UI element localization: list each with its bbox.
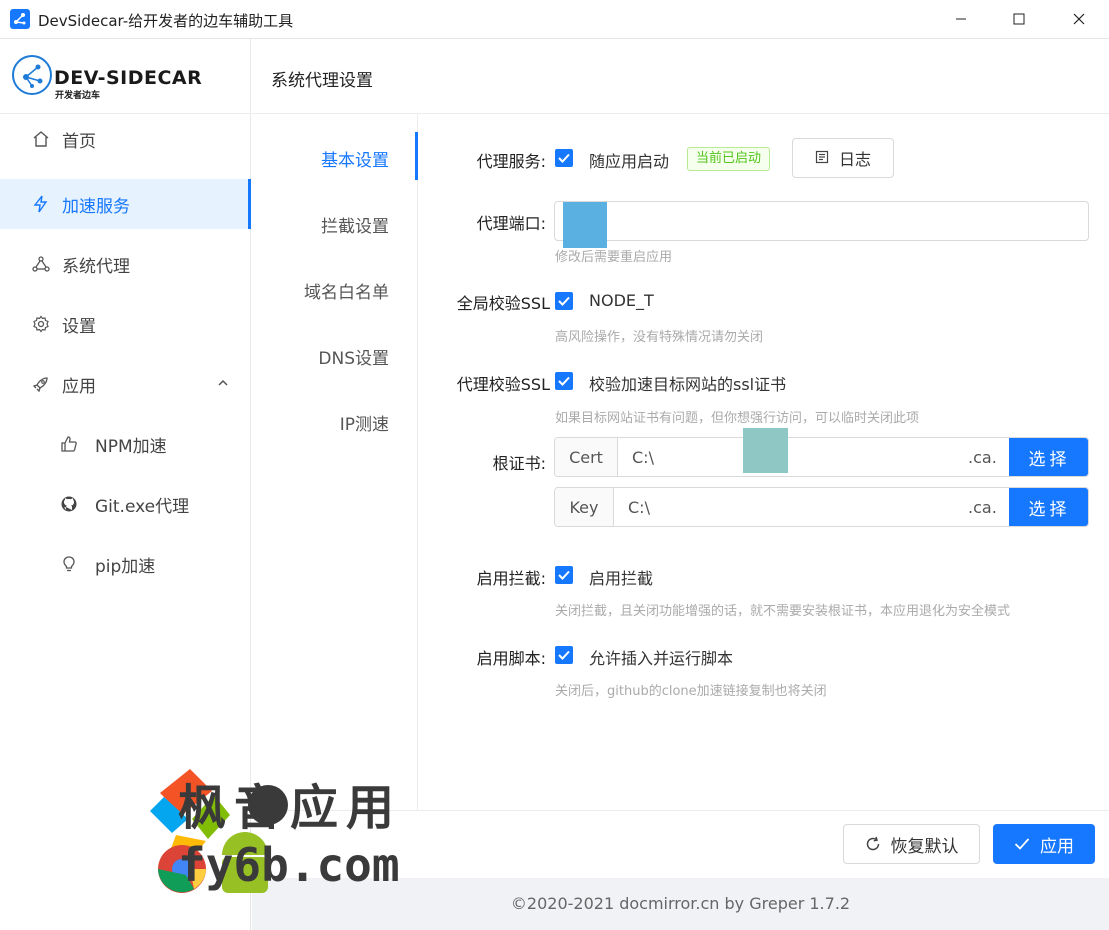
global-ssl-hint: 高风险操作，没有特殊情况请勿关闭	[555, 330, 764, 345]
network-icon	[30, 253, 52, 275]
enable-intercept-checkbox-label: 启用拦截	[589, 569, 654, 588]
cert-addon: Cert	[555, 438, 618, 476]
check-icon	[558, 570, 570, 580]
proxy-port-label: 代理端口:	[476, 214, 546, 233]
logo-name: DEV-SIDECAR	[54, 67, 203, 89]
tab-dns-settings[interactable]: DNS设置	[318, 344, 389, 369]
proxy-port-hint: 修改后需要重启应用	[555, 250, 673, 265]
proxy-port-input[interactable]	[554, 201, 1089, 241]
logo-area: DEV-SIDECAR 开发者边车	[0, 39, 251, 114]
check-icon	[558, 650, 570, 660]
enable-intercept-checkbox[interactable]	[555, 566, 573, 584]
key-select-button[interactable]: 选择	[1009, 488, 1088, 526]
bulb-icon	[58, 553, 80, 575]
log-icon	[815, 149, 829, 168]
minimize-icon	[956, 18, 966, 20]
sidebar-item-label: NPM加速	[95, 436, 167, 457]
key-addon: Key	[555, 488, 614, 526]
sidebar-item-acceleration[interactable]: 加速服务	[0, 179, 251, 229]
close-button[interactable]	[1050, 0, 1108, 38]
proxy-service-checkbox-label: 随应用启动	[589, 152, 670, 171]
cert-path-group: Cert C:\ .ca. 选择	[554, 437, 1089, 477]
gear-icon	[30, 313, 52, 335]
logo-subtitle: 开发者边车	[55, 91, 101, 101]
maximize-icon	[1013, 13, 1025, 25]
key-path-input[interactable]: C:\	[628, 498, 650, 517]
cert-select-button[interactable]: 选择	[1009, 438, 1088, 476]
minimize-button[interactable]	[932, 0, 990, 38]
tab-basic-settings[interactable]: 基本设置	[321, 146, 389, 171]
enable-script-label: 启用脚本:	[476, 649, 546, 668]
check-icon	[1014, 837, 1030, 851]
proxy-service-checkbox[interactable]	[555, 149, 573, 167]
sidebar-item-system-proxy[interactable]: 系统代理	[0, 239, 251, 289]
window-title: DevSidecar-给开发者的边车辅助工具	[38, 12, 294, 30]
redaction-block	[743, 428, 788, 473]
enable-script-checkbox[interactable]	[555, 646, 573, 664]
global-ssl-checkbox[interactable]	[555, 292, 573, 310]
sidebar-item-git[interactable]: Git.exe代理	[0, 479, 251, 529]
home-icon	[30, 128, 52, 150]
maximize-button[interactable]	[990, 0, 1048, 38]
global-ssl-checkbox-label: NODE_T	[589, 291, 654, 310]
apply-button-label: 应用	[1040, 836, 1074, 857]
rocket-icon	[30, 373, 52, 395]
proxy-service-label: 代理服务:	[476, 152, 546, 171]
reset-defaults-button[interactable]: 恢复默认	[843, 824, 980, 864]
proxy-ssl-checkbox[interactable]	[555, 372, 573, 390]
sidebar-item-pip[interactable]: pip加速	[0, 539, 251, 589]
enable-script-hint: 关闭后，github的clone加速链接复制也将关闭	[555, 684, 827, 699]
tab-intercept-settings[interactable]: 拦截设置	[321, 212, 389, 237]
enable-intercept-hint: 关闭拦截，且关闭功能增强的话，就不需要安装根证书，本应用退化为安全模式	[555, 604, 1011, 619]
sidebar-item-label: 系统代理	[62, 256, 130, 277]
tab-domain-whitelist[interactable]: 域名白名单	[304, 278, 389, 303]
sidebar-item-apps[interactable]: 应用	[0, 359, 251, 409]
proxy-ssl-checkbox-label: 校验加速目标网站的ssl证书	[589, 375, 787, 394]
settings-tabs: 基本设置 拦截设置 域名白名单 DNS设置 IP测速	[252, 114, 418, 810]
watermark-text: 枫音应用	[178, 780, 403, 836]
proxy-ssl-label: 代理校验SSL	[456, 375, 550, 394]
reset-button-label: 恢复默认	[890, 836, 959, 857]
cert-path-tail: .ca.	[968, 448, 997, 467]
log-button-label: 日志	[838, 150, 871, 169]
key-path-tail: .ca.	[968, 498, 997, 517]
app-icon	[10, 9, 30, 29]
title-bar: DevSidecar-给开发者的边车辅助工具	[0, 0, 1109, 39]
sidebar-item-label: 加速服务	[62, 196, 130, 217]
thumbs-up-icon	[58, 433, 80, 455]
sidebar-item-label: pip加速	[95, 556, 156, 577]
sidebar-item-home[interactable]: 首页	[0, 114, 251, 164]
github-icon	[58, 493, 80, 515]
refresh-icon	[865, 836, 881, 852]
check-icon	[558, 376, 570, 386]
log-button[interactable]: 日志	[792, 138, 894, 178]
check-icon	[558, 153, 570, 163]
enable-intercept-label: 启用拦截:	[476, 569, 546, 588]
global-ssl-label: 全局校验SSL	[456, 294, 550, 313]
key-path-group: Key C:\ .ca. 选择	[554, 487, 1089, 527]
sidebar-item-label: 应用	[62, 376, 96, 397]
logo-icon	[12, 55, 52, 95]
redaction-block	[563, 202, 607, 248]
cert-path-input[interactable]: C:\	[632, 448, 654, 467]
apply-button[interactable]: 应用	[993, 824, 1095, 864]
chevron-up-icon[interactable]	[216, 376, 230, 390]
enable-script-checkbox-label: 允许插入并运行脚本	[589, 649, 734, 668]
sidebar-item-settings[interactable]: 设置	[0, 299, 251, 349]
sidebar-item-label: Git.exe代理	[95, 496, 190, 517]
root-cert-label: 根证书:	[492, 454, 546, 473]
proxy-ssl-hint: 如果目标网站证书有问题，但你想强行访问，可以临时关闭此项	[555, 411, 920, 426]
watermark-url: fy6b.com	[178, 838, 400, 892]
sidebar-item-npm[interactable]: NPM加速	[0, 419, 251, 469]
status-badge: 当前已启动	[687, 147, 771, 171]
content-header: 系统代理设置	[252, 39, 1109, 114]
page-title: 系统代理设置	[271, 71, 373, 91]
check-icon	[558, 296, 570, 306]
close-icon	[1073, 13, 1085, 25]
sidebar-item-label: 首页	[62, 131, 96, 152]
tab-ip-speedtest[interactable]: IP测速	[340, 410, 389, 435]
lightning-icon	[30, 193, 52, 215]
sidebar-item-label: 设置	[62, 316, 96, 337]
